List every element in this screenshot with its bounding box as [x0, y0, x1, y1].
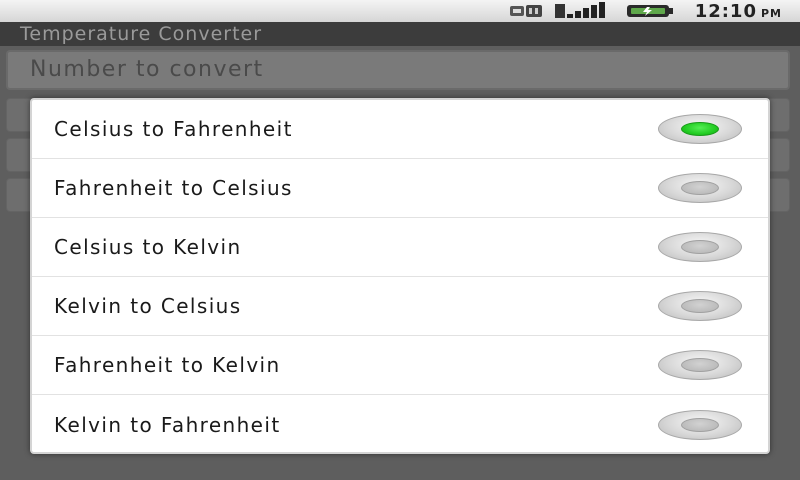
- radio-button[interactable]: [658, 232, 742, 262]
- app-title: Temperature Converter: [0, 22, 800, 46]
- option-label: Celsius to Fahrenheit: [54, 117, 293, 141]
- number-input[interactable]: Number to convert: [6, 50, 790, 90]
- option-fahrenheit-to-celsius[interactable]: Fahrenheit to Celsius: [32, 159, 768, 218]
- option-label: Kelvin to Celsius: [54, 294, 242, 318]
- radio-button[interactable]: [658, 350, 742, 380]
- radio-indicator: [681, 358, 719, 372]
- option-label: Fahrenheit to Celsius: [54, 176, 293, 200]
- status-ampm: PM: [760, 6, 782, 20]
- usb-icon: [509, 3, 543, 19]
- conversion-dialog: Celsius to Fahrenheit Fahrenheit to Cels…: [30, 98, 770, 454]
- radio-indicator: [681, 181, 719, 195]
- option-fahrenheit-to-kelvin[interactable]: Fahrenheit to Kelvin: [32, 336, 768, 395]
- option-celsius-to-fahrenheit[interactable]: Celsius to Fahrenheit: [32, 100, 768, 159]
- radio-button[interactable]: [658, 173, 742, 203]
- status-bar: 12:10 PM: [0, 0, 800, 22]
- battery-icon: [625, 3, 675, 19]
- radio-indicator: [681, 417, 719, 432]
- radio-indicator: [681, 299, 719, 313]
- radio-indicator: [681, 122, 719, 136]
- radio-indicator: [681, 240, 719, 254]
- option-label: Celsius to Kelvin: [54, 235, 242, 259]
- option-celsius-to-kelvin[interactable]: Celsius to Kelvin: [32, 218, 768, 277]
- radio-button[interactable]: [658, 291, 742, 321]
- radio-button[interactable]: [658, 409, 742, 440]
- option-label: Kelvin to Fahrenheit: [54, 412, 281, 437]
- radio-button[interactable]: [658, 114, 742, 144]
- option-kelvin-to-celsius[interactable]: Kelvin to Celsius: [32, 277, 768, 336]
- signal-icon: [554, 2, 613, 20]
- status-time: 12:10 PM: [694, 0, 782, 22]
- option-label: Fahrenheit to Kelvin: [54, 353, 281, 377]
- option-kelvin-to-fahrenheit[interactable]: Kelvin to Fahrenheit: [32, 395, 768, 452]
